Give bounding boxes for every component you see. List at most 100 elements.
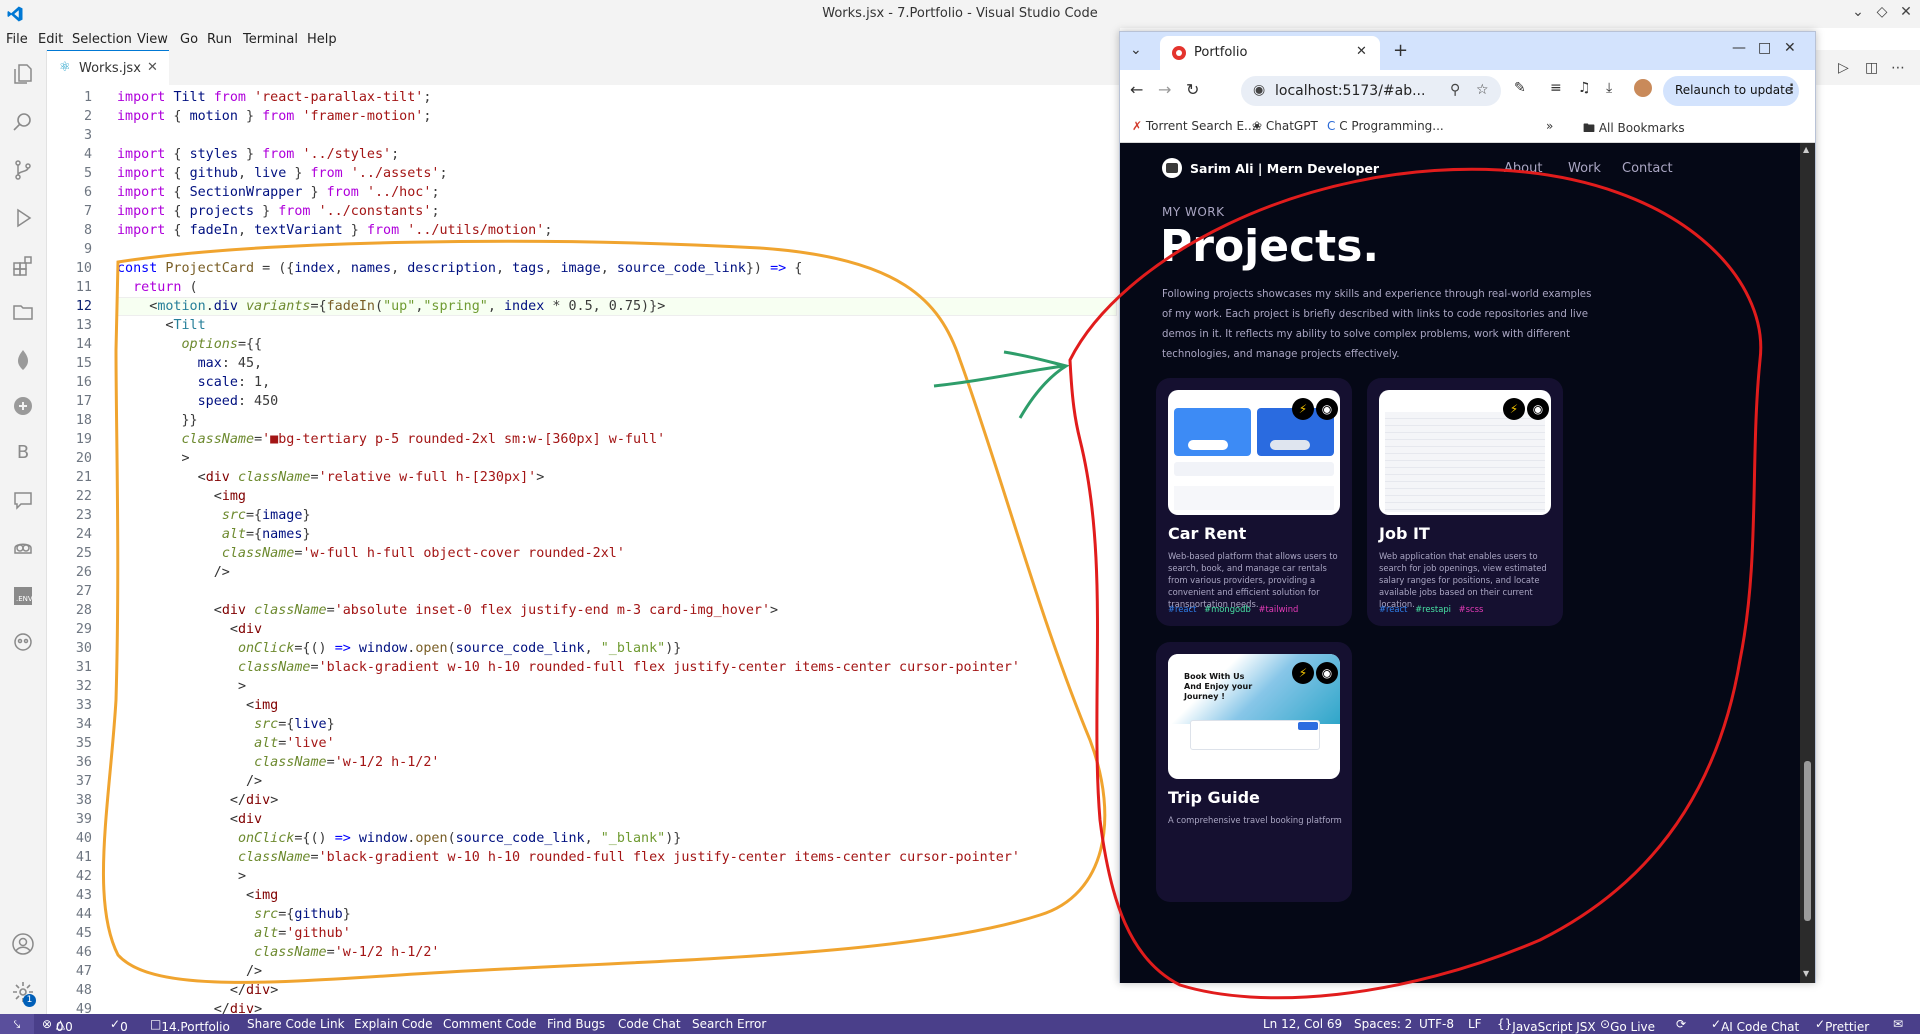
search-icon[interactable] xyxy=(11,110,35,134)
code-line[interactable]: 49 </div> xyxy=(47,1000,262,1014)
profile-avatar[interactable] xyxy=(1634,79,1652,97)
back-icon[interactable]: ← xyxy=(1130,80,1143,99)
code-line[interactable]: 10 const ProjectCard = ({index, names, de… xyxy=(47,259,802,278)
go-live-button[interactable]: ⊙ Go Live xyxy=(1600,1017,1655,1034)
search-error[interactable]: Search Error xyxy=(692,1017,766,1031)
code-line[interactable]: 48 </div> xyxy=(47,981,278,1000)
code-line[interactable]: 36 className='w-1/2 h-1/2' xyxy=(47,753,440,772)
code-line[interactable]: 42 > xyxy=(47,867,246,886)
maximize-icon[interactable]: ◇ xyxy=(1872,4,1892,20)
menu-file[interactable]: File xyxy=(6,32,28,47)
scroll-up-icon[interactable]: ▲ xyxy=(1803,145,1809,154)
split-editor-icon[interactable]: ◫ xyxy=(1865,60,1878,76)
bookmark-chatgpt[interactable]: ❀ ChatGPT xyxy=(1252,119,1318,133)
explain-code[interactable]: Explain Code xyxy=(354,1017,432,1031)
code-line[interactable]: 15 max: 45, xyxy=(47,354,262,373)
code-line[interactable]: 22 <img xyxy=(47,487,246,506)
code-chat[interactable]: Code Chat xyxy=(618,1017,681,1031)
code-line[interactable]: 20 > xyxy=(47,449,190,468)
menu-help[interactable]: Help xyxy=(307,32,337,47)
chevron-right-icon[interactable]: » xyxy=(1546,119,1553,133)
extensions-icon[interactable]: ✎ xyxy=(1514,80,1526,96)
github-icon[interactable]: ◉ xyxy=(1527,398,1549,420)
code-line[interactable]: 13 <Tilt xyxy=(47,316,206,335)
code-line[interactable]: 26 /> xyxy=(47,563,230,582)
project-card[interactable]: ⚡ ◉ Car Rent Web-based platform that all… xyxy=(1156,378,1352,626)
bootstrap-icon[interactable]: B xyxy=(11,442,35,466)
ports-status[interactable]: ✓ 0 xyxy=(110,1017,128,1034)
menu-selection[interactable]: Selection xyxy=(72,32,132,47)
code-line[interactable]: 31 className='black-gradient w-10 h-10 r… xyxy=(47,658,1020,677)
reading-list-icon[interactable]: ≡ xyxy=(1550,80,1562,96)
code-line[interactable]: 47 /> xyxy=(47,962,262,981)
site-info-icon[interactable]: ◉ xyxy=(1253,82,1265,98)
code-line[interactable]: 1 import Tilt from 'react-parallax-tilt'; xyxy=(47,88,432,107)
nav-about[interactable]: About xyxy=(1504,161,1542,176)
settings-icon[interactable]: 1 xyxy=(11,980,36,1007)
language-mode[interactable]: {} JavaScript JSX xyxy=(1497,1017,1596,1034)
close-icon[interactable]: ✕ xyxy=(147,60,158,75)
scroll-down-icon[interactable]: ▼ xyxy=(1803,969,1809,978)
code-line[interactable]: 16 scale: 1, xyxy=(47,373,270,392)
address-bar[interactable]: ◉ localhost:5173/#ab... ⚲ ☆ xyxy=(1241,76,1501,106)
code-line[interactable]: 30 onClick={() => window.open(source_cod… xyxy=(47,639,682,658)
github-icon[interactable]: ◉ xyxy=(1316,662,1338,684)
source-control-icon[interactable] xyxy=(11,158,35,182)
encoding[interactable]: UTF-8 xyxy=(1419,1017,1454,1031)
chevron-down-icon[interactable]: ⌄ xyxy=(1848,4,1868,20)
code-line[interactable]: 34 src={live} xyxy=(47,715,335,734)
code-line[interactable]: 41 className='black-gradient w-10 h-10 r… xyxy=(47,848,1020,867)
github-icon[interactable]: ◉ xyxy=(1316,398,1338,420)
code-line[interactable]: 35 alt='live' xyxy=(47,734,335,753)
code-line[interactable]: 39 <div xyxy=(47,810,262,829)
menu-edit[interactable]: Edit xyxy=(38,32,63,47)
code-line[interactable]: 19 className='■bg-tertiary p-5 rounded-2… xyxy=(47,430,665,449)
close-tab-icon[interactable]: ✕ xyxy=(1356,44,1367,59)
alien-icon[interactable] xyxy=(11,630,35,654)
run-icon[interactable]: ▷ xyxy=(1838,60,1849,76)
project-card[interactable]: Book With Us And Enjoy your Journey ! ⚡ … xyxy=(1156,642,1352,902)
code-line[interactable]: 7 import { projects } from '../constants'… xyxy=(47,202,440,221)
code-line[interactable]: 14 options={{ xyxy=(47,335,262,354)
mongodb-icon[interactable] xyxy=(11,348,35,372)
relaunch-button[interactable]: Relaunch to update ⋮ xyxy=(1663,76,1799,106)
menu-view[interactable]: View xyxy=(137,32,168,47)
code-line[interactable]: 43 <img xyxy=(47,886,278,905)
problems-status[interactable]: ⊗ 0 △ 0 xyxy=(42,1017,73,1034)
menu-go[interactable]: Go xyxy=(180,32,198,47)
menu-terminal[interactable]: Terminal xyxy=(243,32,298,47)
more-icon[interactable]: ⋯ xyxy=(1891,60,1905,76)
code-line[interactable]: 18 }} xyxy=(47,411,198,430)
code-line[interactable]: 5 import { github, live } from '../assets… xyxy=(47,164,448,183)
code-line[interactable]: 29 <div xyxy=(47,620,262,639)
maximize-icon[interactable]: □ xyxy=(1758,40,1771,56)
close-window-icon[interactable]: ✕ xyxy=(1784,40,1796,56)
bookmark-star-icon[interactable]: ☆ xyxy=(1476,82,1489,98)
code-line[interactable]: 4 import { styles } from '../styles'; xyxy=(47,145,399,164)
extensions-icon[interactable] xyxy=(11,254,35,278)
close-icon[interactable]: ✕ xyxy=(1896,4,1916,20)
live-demo-icon[interactable]: ⚡ xyxy=(1292,662,1314,684)
explorer-icon[interactable] xyxy=(11,62,35,86)
env-icon[interactable]: .ENV xyxy=(11,584,35,608)
code-line[interactable]: 38 </div> xyxy=(47,791,278,810)
tab-search-icon[interactable]: ⌄ xyxy=(1130,42,1142,58)
code-line[interactable]: 12 <motion.div variants={fadeIn("up","sp… xyxy=(47,297,1117,316)
remote-icon[interactable]: ⤥ xyxy=(0,1014,34,1034)
live-demo-icon[interactable]: ⚡ xyxy=(1503,398,1525,420)
project-card[interactable]: ⚡ ◉ Job IT Web application that enables … xyxy=(1367,378,1563,626)
run-debug-icon[interactable] xyxy=(11,206,35,230)
eol[interactable]: LF xyxy=(1468,1017,1482,1031)
code-line[interactable]: 25 className='w-full h-full object-cover… xyxy=(47,544,625,563)
forward-icon[interactable]: → xyxy=(1158,80,1171,99)
nav-contact[interactable]: Contact xyxy=(1622,161,1673,176)
code-line[interactable]: 32 > xyxy=(47,677,246,696)
all-bookmarks[interactable]: 🖿 All Bookmarks xyxy=(1583,119,1685,140)
indentation[interactable]: Spaces: 2 xyxy=(1354,1017,1412,1031)
code-line[interactable]: 40 onClick={() => window.open(source_cod… xyxy=(47,829,682,848)
comment-code[interactable]: Comment Code xyxy=(443,1017,536,1031)
code-line[interactable]: 11 return ( xyxy=(47,278,198,297)
code-line[interactable]: 45 alt='github' xyxy=(47,924,351,943)
code-line[interactable]: 3 xyxy=(47,126,92,145)
find-bugs[interactable]: Find Bugs xyxy=(547,1017,605,1031)
